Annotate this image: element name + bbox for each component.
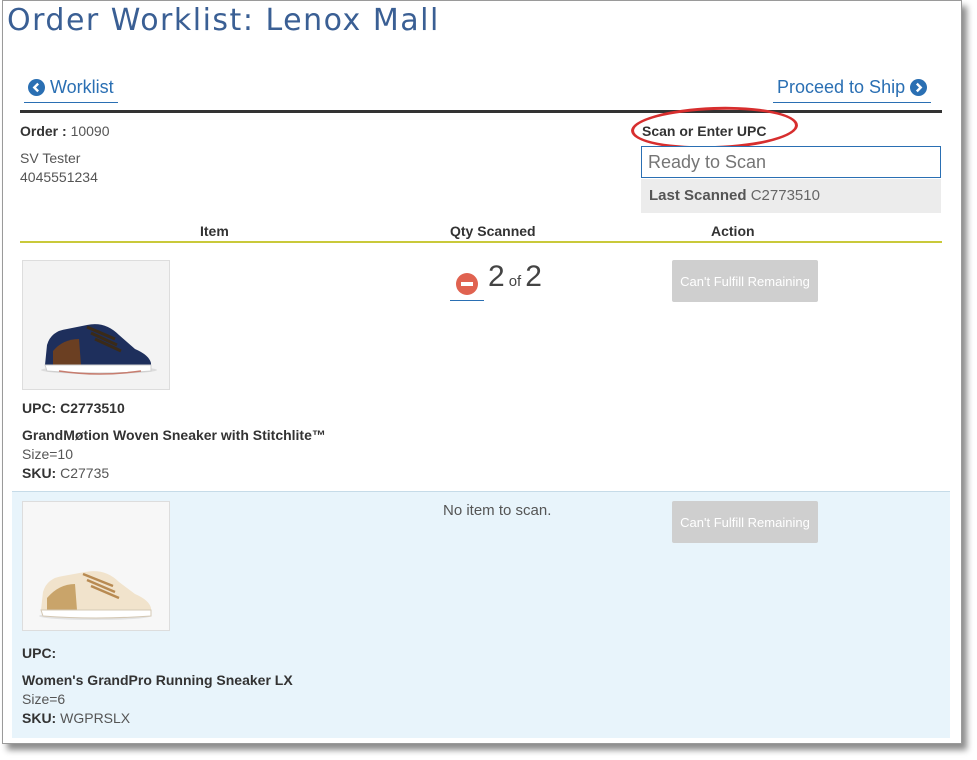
order-label: Order : <box>20 123 67 139</box>
product-upc: UPC: C2773510 <box>22 400 125 416</box>
no-item-to-scan-text: No item to scan. <box>443 502 552 519</box>
scan-upc-input[interactable] <box>641 146 941 178</box>
chevron-left-circle-icon <box>28 79 45 96</box>
decrement-qty-button[interactable] <box>450 268 484 301</box>
table-row: UPC: C2773510 GrandMøtion Woven Sneaker … <box>12 244 950 490</box>
product-sku-label: SKU: <box>22 710 57 726</box>
cant-fulfill-remaining-button[interactable]: Can't Fulfill Remaining <box>672 501 818 543</box>
product-name: Women's GrandPro Running Sneaker LX <box>22 672 293 688</box>
last-scanned-label: Last Scanned <box>649 187 747 204</box>
page-title: Order Worklist: Lenox Mall <box>7 3 440 38</box>
qty-scanned-value: 2 <box>488 260 505 293</box>
product-upc: UPC: <box>22 645 57 661</box>
scan-label: Scan or Enter UPC <box>642 123 767 139</box>
product-image-navy-sneaker <box>22 260 170 390</box>
qty-total-value: 2 <box>525 260 542 293</box>
qty-of-label: of <box>508 273 522 290</box>
product-sku-label: SKU: <box>22 465 57 481</box>
column-header-qty-scanned: Qty Scanned <box>450 223 536 239</box>
table-header-divider <box>20 241 942 243</box>
app-frame: Order Worklist: Lenox Mall Worklist Proc… <box>2 0 962 744</box>
worklist-link[interactable]: Worklist <box>24 77 118 103</box>
worklist-link-label: Worklist <box>50 77 114 97</box>
proceed-to-ship-link[interactable]: Proceed to Ship <box>773 77 932 103</box>
qty-scanned-display: 2 of 2 <box>450 260 542 301</box>
column-header-item: Item <box>200 223 229 239</box>
product-sku: SKU: C27735 <box>22 465 109 481</box>
chevron-right-circle-icon <box>910 79 928 96</box>
product-size: Size=10 <box>22 446 73 462</box>
minus-circle-icon <box>456 273 478 295</box>
product-image-cream-sneaker <box>22 501 170 631</box>
product-sku-value: WGPRSLX <box>60 710 131 726</box>
product-size: Size=6 <box>22 691 66 707</box>
column-header-action: Action <box>711 223 755 239</box>
customer-name: SV Tester <box>20 150 81 166</box>
proceed-to-ship-label: Proceed to Ship <box>777 77 906 97</box>
customer-phone: 4045551234 <box>20 169 98 185</box>
product-name: GrandMøtion Woven Sneaker with Stitchlit… <box>22 427 326 443</box>
product-sku-value: C27735 <box>60 465 110 481</box>
cant-fulfill-remaining-button[interactable]: Can't Fulfill Remaining <box>672 260 818 302</box>
product-sku: SKU: WGPRSLX <box>22 710 130 726</box>
header-divider <box>20 110 942 113</box>
order-number: Order : 10090 <box>20 123 110 139</box>
order-number-value: 10090 <box>70 123 110 139</box>
last-scanned-value: C2773510 <box>750 187 820 204</box>
table-row: UPC: Women's GrandPro Running Sneaker LX… <box>12 491 950 738</box>
last-scanned-panel: Last Scanned C2773510 <box>641 179 941 213</box>
